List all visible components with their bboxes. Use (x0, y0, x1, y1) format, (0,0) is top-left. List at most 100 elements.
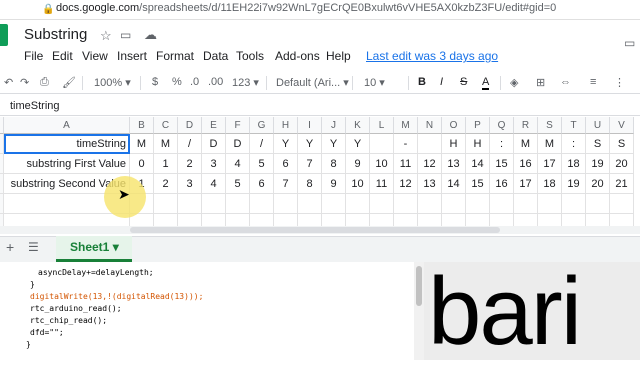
italic-button[interactable]: I (440, 76, 443, 88)
sheet-tab[interactable]: Sheet1 ▾ (56, 236, 132, 262)
menu-insert[interactable]: Insert (117, 49, 147, 63)
column-header[interactable]: H (274, 117, 298, 134)
cell[interactable]: D (226, 134, 250, 154)
cell[interactable]: : (490, 134, 514, 154)
column-header[interactable]: U (586, 117, 610, 134)
column-header[interactable]: K (346, 117, 370, 134)
cell[interactable]: 5 (250, 154, 274, 174)
cell[interactable]: 17 (514, 174, 538, 194)
column-header[interactable]: R (514, 117, 538, 134)
cell[interactable]: 3 (202, 154, 226, 174)
column-header[interactable]: P (466, 117, 490, 134)
cell[interactable]: : (562, 134, 586, 154)
cell[interactable]: 1 (154, 154, 178, 174)
menu-edit[interactable]: Edit (52, 49, 73, 63)
cell[interactable]: / (250, 134, 274, 154)
cell[interactable]: H (442, 134, 466, 154)
redo-icon[interactable]: ↷ (20, 76, 29, 89)
cell[interactable]: 18 (562, 154, 586, 174)
cell[interactable]: 11 (370, 174, 394, 194)
bold-button[interactable]: B (418, 76, 426, 88)
column-header[interactable]: G (250, 117, 274, 134)
cell[interactable] (514, 194, 538, 214)
cell[interactable]: 8 (322, 154, 346, 174)
cell[interactable]: M (514, 134, 538, 154)
undo-icon[interactable]: ↶ (4, 76, 13, 89)
cell[interactable]: 21 (610, 174, 634, 194)
menu-data[interactable]: Data (203, 49, 228, 63)
menu-format[interactable]: Format (156, 49, 194, 63)
cell[interactable]: 13 (442, 154, 466, 174)
increase-decimal-button[interactable]: .00 (208, 76, 223, 88)
address-bar[interactable]: 🔒 docs.google.com/spreadsheets/d/11EH22i… (0, 0, 640, 20)
cell[interactable] (322, 194, 346, 214)
cell[interactable]: 20 (586, 174, 610, 194)
column-header[interactable]: O (442, 117, 466, 134)
cell[interactable] (490, 194, 514, 214)
cell[interactable]: H (466, 134, 490, 154)
cell[interactable]: M (154, 134, 178, 154)
cell[interactable] (586, 194, 610, 214)
cell[interactable]: 4 (226, 154, 250, 174)
cell[interactable]: 12 (394, 174, 418, 194)
cell[interactable]: 15 (466, 174, 490, 194)
more-formats-select[interactable]: 123 ▾ (232, 76, 259, 89)
cell[interactable]: Y (274, 134, 298, 154)
column-header[interactable]: F (226, 117, 250, 134)
cell[interactable]: / (178, 134, 202, 154)
formula-content[interactable]: timeString (10, 100, 60, 112)
column-header[interactable]: S (538, 117, 562, 134)
cloud-status-icon[interactable]: ☁ (144, 27, 157, 43)
cell-label[interactable]: substring First Value (4, 154, 130, 174)
zoom-select[interactable]: 100% ▾ (94, 76, 131, 89)
all-sheets-button[interactable]: ☰ (28, 240, 39, 254)
column-header[interactable]: M (394, 117, 418, 134)
cell[interactable] (298, 194, 322, 214)
cell[interactable] (178, 194, 202, 214)
cell[interactable] (274, 194, 298, 214)
cell[interactable]: 13 (418, 174, 442, 194)
cell[interactable] (418, 194, 442, 214)
column-header[interactable]: Q (490, 117, 514, 134)
cell[interactable]: 3 (178, 174, 202, 194)
cell[interactable] (370, 134, 394, 154)
cell[interactable]: 2 (154, 174, 178, 194)
cell[interactable]: 14 (442, 174, 466, 194)
column-header[interactable]: L (370, 117, 394, 134)
fill-color-icon[interactable]: ◈ (510, 76, 518, 89)
cell[interactable] (418, 134, 442, 154)
cell[interactable]: 9 (322, 174, 346, 194)
cell[interactable] (250, 194, 274, 214)
borders-icon[interactable]: ⊞ (536, 76, 545, 89)
cell[interactable]: 7 (298, 154, 322, 174)
cell[interactable]: 19 (586, 154, 610, 174)
cell[interactable] (370, 194, 394, 214)
cell[interactable] (610, 194, 634, 214)
menu-view[interactable]: View (82, 49, 108, 63)
more-toolbar-icon[interactable]: ⋮ (614, 76, 625, 89)
column-header[interactable]: D (178, 117, 202, 134)
last-edit-link[interactable]: Last edit was 3 days ago (366, 49, 498, 63)
cell[interactable]: 5 (226, 174, 250, 194)
menu-help[interactable]: Help (326, 49, 351, 63)
cell[interactable]: M (538, 134, 562, 154)
cell[interactable]: Y (298, 134, 322, 154)
cell[interactable] (226, 194, 250, 214)
column-header[interactable]: E (202, 117, 226, 134)
column-header[interactable]: C (154, 117, 178, 134)
text-color-button[interactable]: A (482, 76, 490, 90)
cell[interactable] (346, 194, 370, 214)
cell[interactable]: 7 (274, 174, 298, 194)
column-header[interactable]: I (298, 117, 322, 134)
cell[interactable]: D (202, 134, 226, 154)
cell[interactable]: 6 (274, 154, 298, 174)
cell[interactable] (154, 194, 178, 214)
column-header[interactable]: N (418, 117, 442, 134)
cell[interactable]: - (394, 134, 418, 154)
cell[interactable]: Y (322, 134, 346, 154)
document-title[interactable]: Substring (24, 26, 87, 43)
cell[interactable]: 18 (538, 174, 562, 194)
cell[interactable]: S (586, 134, 610, 154)
percent-button[interactable]: % (172, 76, 182, 88)
code-editor[interactable]: asyncDelay+=delayLength; } digitalWrite(… (0, 262, 414, 360)
